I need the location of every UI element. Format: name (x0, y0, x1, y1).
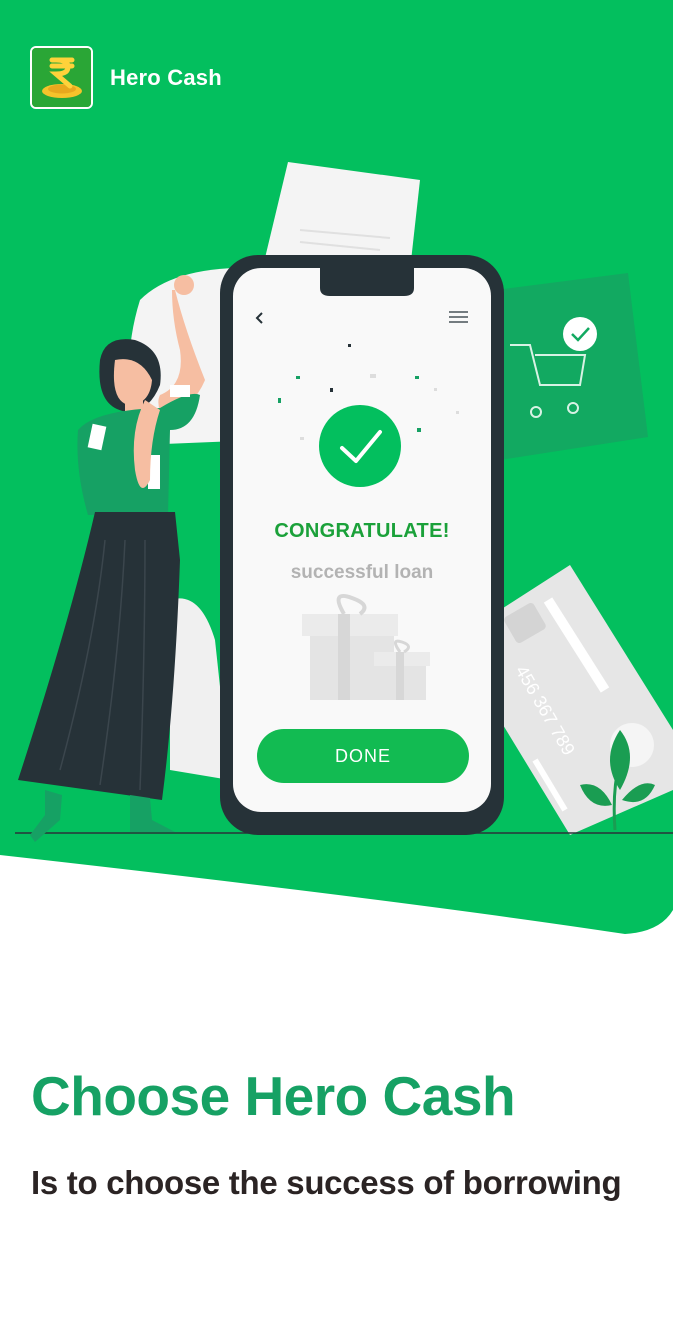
receipt-paper (265, 162, 420, 270)
app-header: Hero Cash (30, 46, 222, 109)
done-button[interactable]: DONE (257, 729, 469, 783)
app-title: Hero Cash (110, 64, 222, 90)
loan-status-subtitle: successful loan (290, 562, 434, 583)
rupee-coin-logo-icon (30, 46, 93, 109)
page-tagline: Is to choose the success of borrowing (31, 1164, 622, 1201)
checkmark-circle-icon (319, 405, 401, 487)
page-headline: Choose Hero Cash (31, 1065, 516, 1127)
congrats-title: CONGRATULATE! (274, 520, 450, 542)
shopping-cart-icon (495, 273, 648, 460)
